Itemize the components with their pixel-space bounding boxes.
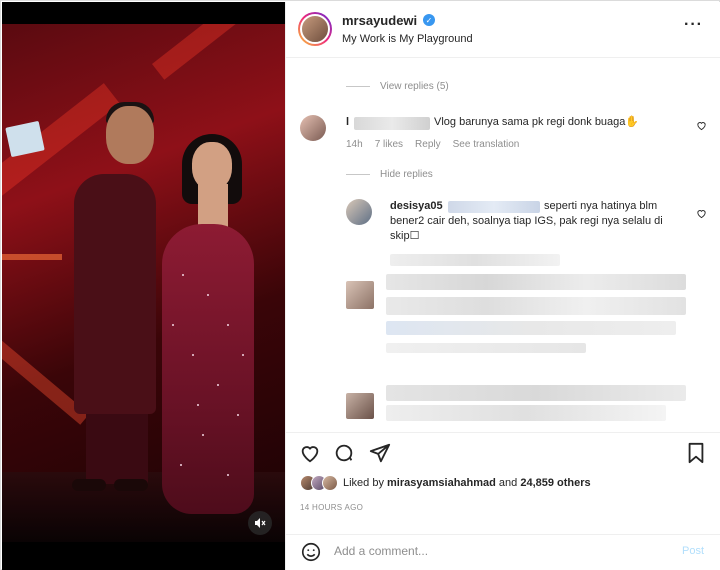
- liker-avatar: [322, 475, 338, 491]
- likes-count[interactable]: 24,859 others: [520, 477, 590, 489]
- hide-replies-label: Hide replies: [380, 169, 433, 180]
- post-comment-button[interactable]: Post: [682, 545, 704, 557]
- comment-likes[interactable]: 7 likes: [375, 139, 403, 150]
- author-username[interactable]: mrsayudewi: [342, 13, 417, 28]
- reply-button[interactable]: Reply: [415, 139, 441, 150]
- view-replies-label: View replies (5): [380, 81, 449, 92]
- redacted-text: [386, 321, 676, 335]
- replier-avatar[interactable]: [346, 199, 372, 225]
- hide-replies-button[interactable]: Hide replies: [346, 169, 433, 180]
- comment-input[interactable]: [334, 544, 654, 558]
- comments-list[interactable]: View replies (5) l Vlog barunya sama pk …: [286, 59, 720, 432]
- heart-outline-icon[interactable]: [696, 208, 707, 222]
- comment-text: Vlog barunya sama pk regi donk buaga✋: [434, 116, 640, 128]
- post-sidebar: mrsayudewi ✓ My Work is My Playground ··…: [285, 2, 720, 570]
- emoji-smiley-icon[interactable]: [300, 541, 322, 563]
- post-header: mrsayudewi ✓ My Work is My Playground ··…: [286, 2, 720, 58]
- redacted-text: [386, 274, 686, 290]
- redacted-text: [386, 405, 666, 421]
- bookmark-save-icon[interactable]: [684, 441, 708, 465]
- post-media[interactable]: [2, 2, 285, 570]
- redacted-text: [386, 343, 586, 353]
- video-frame[interactable]: [2, 24, 285, 542]
- verified-badge-icon: ✓: [423, 14, 435, 26]
- muted-speaker-icon[interactable]: [248, 511, 272, 535]
- author-subtitle: My Work is My Playground: [342, 33, 473, 45]
- redacted-text: [386, 385, 686, 401]
- heart-outline-icon[interactable]: [696, 120, 707, 134]
- post-actions: Liked by mirasyamsiahahmad and 24,859 ot…: [286, 432, 720, 542]
- comment-meta: 14h 7 likes Reply See translation: [346, 139, 519, 150]
- redacted-text: [386, 297, 686, 315]
- likes-summary[interactable]: Liked by mirasyamsiahahmad and 24,859 ot…: [300, 475, 591, 491]
- liked-by-user[interactable]: mirasyamsiahahmad: [387, 477, 496, 489]
- commenter-avatar[interactable]: [300, 115, 326, 141]
- view-replies-button[interactable]: View replies (5): [346, 81, 449, 92]
- commenter-username[interactable]: l: [346, 115, 349, 130]
- comment-bubble-icon[interactable]: [332, 441, 356, 465]
- share-paper-plane-icon[interactable]: [368, 441, 392, 465]
- redacted-avatar: [346, 393, 374, 419]
- reply-text: seperti nya hatinya blm bener2 cair deh,…: [390, 200, 663, 242]
- author-avatar[interactable]: [298, 12, 332, 46]
- like-heart-icon[interactable]: [298, 441, 322, 465]
- redacted-avatar: [346, 281, 374, 309]
- more-options-icon[interactable]: ···: [684, 16, 703, 34]
- see-translation-button[interactable]: See translation: [453, 139, 520, 150]
- post-timestamp[interactable]: 14 HOURS AGO: [300, 503, 363, 512]
- post-modal: mrsayudewi ✓ My Work is My Playground ··…: [0, 0, 720, 570]
- redacted-meta: [390, 254, 560, 266]
- comment-time: 14h: [346, 139, 363, 150]
- redacted-username: [354, 117, 430, 130]
- comment-composer: Post: [286, 534, 720, 570]
- liked-by-text: Liked by mirasyamsiahahmad and 24,859 ot…: [343, 477, 591, 489]
